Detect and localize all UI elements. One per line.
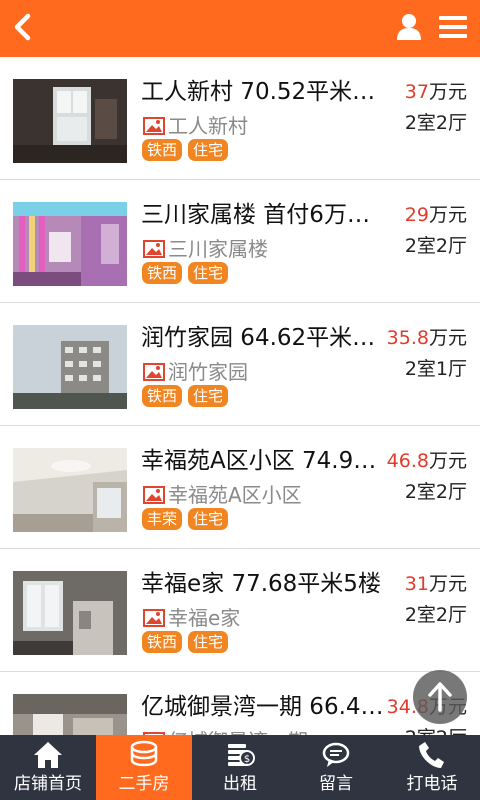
coins-icon	[130, 740, 158, 767]
price-unit: 万元	[428, 327, 467, 349]
listing-title[interactable]: 幸福e家 77.68平米5楼	[141, 569, 384, 599]
price-value: 31	[404, 573, 429, 595]
tab-label: 留言	[319, 774, 353, 794]
bottom-tab-bar: 店铺首页 二手房 $ 出租 留言 打电话	[0, 735, 480, 800]
listing-price: 29万元	[405, 202, 467, 228]
chat-icon	[322, 742, 350, 767]
user-icon[interactable]	[394, 12, 424, 42]
listing-title[interactable]: 亿城御景湾一期 66.4平米	[141, 692, 384, 722]
listing-item[interactable]: 工人新村 70.52平米2楼 工人新村 铁西 住宅 37万元 2室2厅	[0, 57, 480, 180]
price-unit: 万元	[428, 450, 467, 472]
listing-title[interactable]: 三川家属楼 首付6万买房	[141, 200, 384, 230]
listing-tags: 铁西 住宅	[142, 385, 229, 407]
listing-community: 幸福e家	[143, 604, 240, 632]
money-stack-icon: $	[228, 744, 255, 766]
price-value: 29	[404, 204, 429, 226]
listing-item[interactable]: 三川家属楼 首付6万买房 三川家属楼 铁西 住宅 29万元 2室2厅	[0, 180, 480, 303]
tab-store-home[interactable]: 店铺首页	[0, 735, 96, 800]
tab-message[interactable]: 留言	[288, 735, 384, 800]
back-to-top-button[interactable]	[413, 670, 467, 724]
picture-icon	[143, 609, 165, 627]
district-tag: 铁西	[142, 385, 183, 407]
tab-label: 二手房	[118, 774, 170, 794]
tab-label: 店铺首页	[14, 774, 82, 794]
listing-tags: 铁西 住宅	[142, 262, 229, 284]
listing-list: 工人新村 70.52平米2楼 工人新村 铁西 住宅 37万元 2室2厅 三川家属…	[0, 57, 480, 735]
picture-icon	[143, 240, 165, 258]
price-unit: 万元	[428, 81, 467, 103]
listing-layout: 2室2厅	[404, 112, 467, 134]
price-unit: 万元	[428, 204, 467, 226]
listing-price: 31万元	[405, 571, 467, 597]
price-value: 46.8	[386, 450, 429, 472]
top-nav-bar	[0, 0, 480, 57]
tab-label: 出租	[223, 774, 257, 794]
type-tag: 住宅	[188, 631, 229, 653]
community-name: 幸福e家	[168, 606, 241, 630]
home-icon	[34, 742, 62, 768]
listing-photo	[13, 448, 127, 532]
tab-rent[interactable]: $ 出租	[192, 735, 288, 800]
phone-icon	[419, 742, 444, 768]
listing-title[interactable]: 润竹家园 64.62平米3楼	[141, 323, 384, 353]
listing-photo	[13, 325, 127, 409]
listing-title[interactable]: 工人新村 70.52平米2楼	[141, 77, 384, 107]
listing-photo	[13, 202, 127, 286]
tab-second-hand[interactable]: 二手房	[96, 735, 192, 800]
tab-label: 打电话	[406, 774, 458, 794]
menu-icon[interactable]	[437, 12, 469, 42]
district-tag: 铁西	[142, 262, 183, 284]
listing-layout: 2室2厅	[404, 604, 467, 626]
type-tag: 住宅	[188, 262, 229, 284]
listing-layout: 2室1厅	[404, 358, 467, 380]
price-value: 35.8	[386, 327, 429, 349]
picture-icon	[143, 486, 165, 504]
type-tag: 住宅	[188, 508, 229, 530]
svg-text:$: $	[244, 754, 250, 765]
price-unit: 万元	[428, 573, 467, 595]
listing-photo	[13, 571, 127, 655]
picture-icon	[143, 363, 165, 381]
community-name: 幸福苑A区小区	[168, 483, 302, 507]
listing-community: 三川家属楼	[143, 235, 268, 263]
listing-community: 工人新村	[143, 112, 248, 140]
arrow-up-icon	[428, 682, 452, 712]
tab-call[interactable]: 打电话	[384, 735, 480, 800]
listing-item[interactable]: 亿城御景湾一期 66.4平米 亿城御景湾一期 铁西 住宅 34.8万元 2室2厅	[0, 672, 480, 735]
listing-layout: 2室2厅	[405, 725, 467, 735]
listing-title[interactable]: 幸福苑A区小区 74.93平米	[141, 446, 384, 476]
listing-item[interactable]: 幸福e家 77.68平米5楼 幸福e家 铁西 住宅 31万元 2室2厅	[0, 549, 480, 672]
community-name: 三川家属楼	[168, 237, 268, 261]
listing-price: 37万元	[405, 79, 467, 105]
listing-layout: 2室2厅	[404, 235, 467, 257]
listing-item[interactable]: 幸福苑A区小区 74.93平米 幸福苑A区小区 丰荣 住宅 46.8万元 2室2…	[0, 426, 480, 549]
type-tag: 住宅	[188, 139, 229, 161]
listing-price: 35.8万元	[387, 325, 467, 351]
picture-icon	[143, 117, 165, 135]
listing-tags: 丰荣 住宅	[142, 508, 229, 530]
type-tag: 住宅	[188, 385, 229, 407]
listing-tags: 铁西 住宅	[142, 631, 229, 653]
community-name: 润竹家园	[168, 360, 248, 384]
listing-photo	[13, 79, 127, 163]
district-tag: 铁西	[142, 139, 183, 161]
chevron-left-icon[interactable]	[8, 10, 38, 44]
listing-item[interactable]: 润竹家园 64.62平米3楼 润竹家园 铁西 住宅 35.8万元 2室1厅	[0, 303, 480, 426]
listing-photo	[13, 694, 127, 735]
listing-community: 幸福苑A区小区	[143, 481, 302, 509]
listing-price: 46.8万元	[387, 448, 467, 474]
community-name: 工人新村	[168, 114, 248, 138]
price-value: 37	[404, 81, 429, 103]
listing-tags: 铁西 住宅	[142, 139, 229, 161]
listing-community: 润竹家园	[143, 358, 248, 386]
district-tag: 铁西	[142, 631, 183, 653]
listing-layout: 2室2厅	[404, 481, 467, 503]
listing-community: 亿城御景湾一期	[143, 727, 308, 735]
community-name: 亿城御景湾一期	[168, 727, 308, 735]
district-tag: 丰荣	[142, 508, 183, 530]
